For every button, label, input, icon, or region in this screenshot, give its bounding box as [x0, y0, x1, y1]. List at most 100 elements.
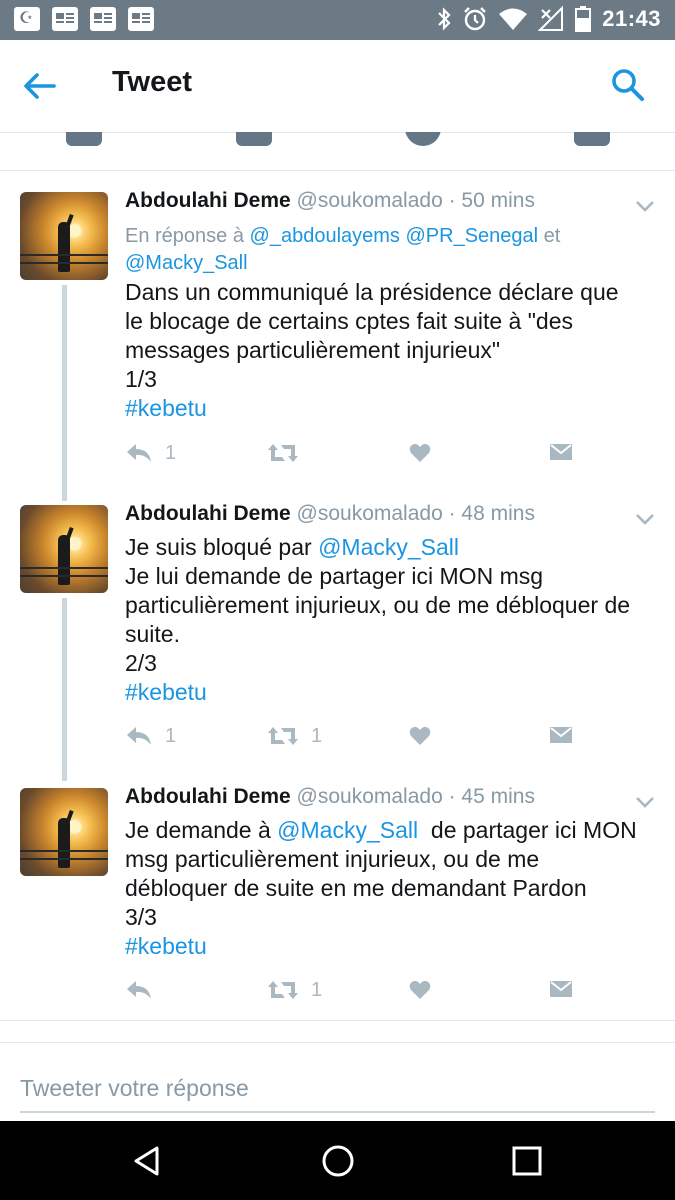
- thread-line: [62, 598, 67, 781]
- news-notification-icon: [90, 7, 116, 31]
- tweet-line-prefix: Je demande à: [125, 817, 278, 843]
- like-icon: [409, 726, 431, 745]
- tweet-header: Abdoulahi Deme @soukomalado · 48 mins: [125, 502, 535, 526]
- mosque-notification-icon: [14, 7, 40, 31]
- app-bar: Tweet: [0, 40, 675, 133]
- message-icon: [550, 981, 572, 997]
- system-nav-bar: [0, 1121, 675, 1200]
- reply-and: et: [538, 225, 561, 247]
- mention-link[interactable]: @Macky_Sall: [277, 817, 418, 843]
- reply-button[interactable]: 1: [125, 720, 176, 752]
- reply-icon: [127, 727, 151, 745]
- reply-count: 1: [165, 724, 177, 747]
- tweet-text: Dans un communiqué la présidence déclare…: [125, 278, 660, 423]
- retweet-icon[interactable]: [236, 132, 272, 146]
- tweet-actions: 1: [125, 974, 575, 1006]
- reply-input[interactable]: [20, 1065, 655, 1113]
- chevron-down-icon[interactable]: [635, 512, 655, 526]
- battery-icon: [575, 6, 592, 32]
- tweet-line: le blocage de certains cptes fait suite …: [125, 308, 573, 334]
- like-button[interactable]: [409, 437, 431, 469]
- retweet-button[interactable]: [267, 437, 311, 469]
- status-bar: 21:43: [0, 0, 675, 40]
- tweet-actions: 1: [125, 437, 575, 469]
- nav-home-icon[interactable]: [320, 1143, 356, 1179]
- like-icon[interactable]: [405, 132, 441, 146]
- like-icon: [409, 980, 431, 999]
- message-button[interactable]: [549, 974, 573, 1006]
- hashtag-link[interactable]: #kebetu: [125, 932, 660, 961]
- tweet-header: Abdoulahi Deme @soukomalado · 50 mins: [125, 189, 535, 213]
- search-icon[interactable]: [611, 68, 645, 102]
- bluetooth-icon: [438, 7, 451, 31]
- avatar[interactable]: [20, 192, 108, 280]
- reply-button[interactable]: [125, 974, 165, 1006]
- message-button[interactable]: [549, 437, 573, 469]
- tweet-line: 1/3: [125, 366, 157, 392]
- hashtag-link[interactable]: #kebetu: [125, 394, 660, 423]
- author-name[interactable]: Abdoulahi Deme: [125, 502, 291, 525]
- reply-mention[interactable]: @Macky_Sall: [125, 252, 248, 274]
- retweet-button[interactable]: 1: [267, 720, 322, 752]
- tweet-line: Je lui demande de partager ici MON msg: [125, 563, 544, 589]
- message-icon: [550, 727, 572, 743]
- wifi-icon: [499, 8, 528, 30]
- tweet-line: 3/3: [125, 904, 157, 930]
- message-icon[interactable]: [574, 132, 610, 146]
- message-button[interactable]: [549, 720, 573, 752]
- tweet-text: Je suis bloqué par @Macky_Sall Je lui de…: [125, 533, 660, 707]
- like-icon: [409, 443, 431, 462]
- reply-context: En réponse à @_abdoulayems @PR_Senegal e…: [125, 223, 645, 277]
- author-handle[interactable]: @soukomalado: [297, 189, 443, 212]
- tweet-line: messages particulièrement injurieux": [125, 337, 501, 363]
- author-name[interactable]: Abdoulahi Deme: [125, 189, 291, 212]
- nav-back-icon[interactable]: [130, 1143, 166, 1179]
- reply-icon: [127, 981, 151, 999]
- retweet-icon: [268, 727, 298, 745]
- author-handle[interactable]: @soukomalado: [297, 502, 443, 525]
- tweet[interactable]: Abdoulahi Deme @soukomalado · 45 mins Je…: [0, 785, 675, 1020]
- chevron-down-icon[interactable]: [635, 795, 655, 809]
- tweet-line: msg particulièrement injurieux, ou de me: [125, 846, 540, 872]
- hashtag-link[interactable]: #kebetu: [125, 678, 660, 707]
- author-name[interactable]: Abdoulahi Deme: [125, 785, 291, 808]
- back-arrow-icon[interactable]: [22, 68, 58, 104]
- reply-composer: [0, 1042, 675, 1122]
- thread-line: [62, 285, 67, 501]
- news-notification-icon: [128, 7, 154, 31]
- tweet-header: Abdoulahi Deme @soukomalado · 45 mins: [125, 785, 535, 809]
- previous-tweet-actions: [0, 132, 675, 171]
- like-button[interactable]: [409, 720, 431, 752]
- status-time: 21:43: [602, 6, 661, 31]
- avatar[interactable]: [20, 505, 108, 593]
- divider: [0, 1020, 675, 1021]
- tweet[interactable]: Abdoulahi Deme @soukomalado · 50 mins En…: [0, 171, 675, 501]
- reply-mentions[interactable]: @_abdoulayems @PR_Senegal: [250, 225, 539, 247]
- tweet-line: Je demande à @Macky_Sall de partager ici…: [125, 816, 660, 845]
- nav-recents-icon[interactable]: [509, 1143, 545, 1179]
- tweet-time: · 48 mins: [448, 502, 535, 525]
- tweet-line-prefix: Je suis bloqué par: [125, 534, 319, 560]
- tweet-text: Je demande à @Macky_Sall de partager ici…: [125, 816, 660, 961]
- retweet-count: 1: [311, 724, 323, 747]
- tweet-time: · 50 mins: [448, 189, 535, 212]
- tweet-line: Dans un communiqué la présidence déclare…: [125, 279, 619, 305]
- author-handle[interactable]: @soukomalado: [297, 785, 443, 808]
- tweet-line-suffix: de partager ici MON: [418, 817, 637, 843]
- like-button[interactable]: [409, 974, 431, 1006]
- retweet-count: 1: [311, 978, 323, 1001]
- tweet-line: particulièrement injurieux, ou de me déb…: [125, 592, 631, 618]
- reply-icon[interactable]: [66, 132, 102, 146]
- retweet-button[interactable]: 1: [267, 974, 322, 1006]
- tweet[interactable]: Abdoulahi Deme @soukomalado · 48 mins Je…: [0, 501, 675, 785]
- reply-prefix: En réponse à: [125, 225, 250, 247]
- avatar[interactable]: [20, 788, 108, 876]
- news-notification-icon: [52, 7, 78, 31]
- reply-button[interactable]: 1: [125, 437, 176, 469]
- chevron-down-icon[interactable]: [635, 199, 655, 213]
- tweet-line: Je suis bloqué par @Macky_Sall: [125, 533, 660, 562]
- tweet-line: suite.: [125, 621, 180, 647]
- mention-link[interactable]: @Macky_Sall: [318, 534, 459, 560]
- alarm-icon: [464, 7, 487, 31]
- cell-signal-icon: [538, 6, 564, 31]
